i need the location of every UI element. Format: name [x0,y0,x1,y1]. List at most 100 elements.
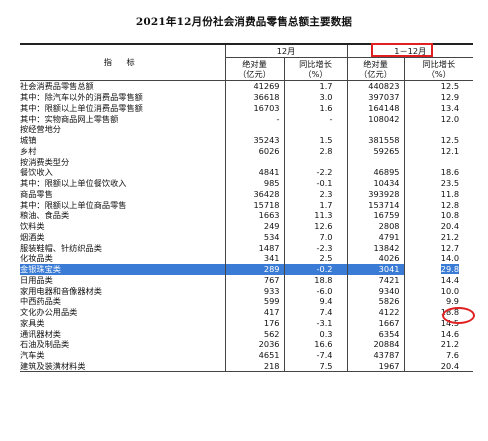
ytd-yoy-cell [403,124,474,135]
month-yoy-cell: 16.6 [283,339,348,350]
month-abs-header: 绝对量 （亿元） [224,57,284,81]
row-label: 粮油、食品类 [20,210,70,221]
ytd-abs-cell: 1667 [346,317,405,329]
row-label: 社会消费品零售总额 [20,81,94,92]
month-abs-cell: 35243 [224,134,284,146]
month-yoy-cell: 0.3 [283,328,348,339]
ytd-yoy-cell: 14.0 [403,253,474,264]
ytd-yoy-cell: 10.0 [403,285,474,296]
row-label: 其中：限额以上单位餐饮收入 [20,178,127,189]
ytd-abs-cell: 440823 [346,80,405,92]
month-yoy-cell: 7.5 [283,360,348,373]
month-yoy-cell [283,156,348,167]
month-abs-cell: 218 [224,360,284,373]
ytd-yoy-cell: 20.4 [403,360,474,373]
ytd-abs-cell: 153714 [346,199,405,210]
row-label: 化妆品类 [20,253,53,264]
month-abs-cell: 289 [224,263,284,275]
ytd-yoy-cell: 12.8 [403,199,474,210]
table-row: 饮料类 249 12.6 2808 20.4 [20,220,474,232]
month-abs-cell: 417 [224,306,284,318]
ytd-yoy-cell: 23.5 [403,177,474,189]
month-yoy-cell: 2.8 [283,145,348,157]
ytd-yoy-cell: 18.6 [403,167,474,178]
ytd-yoy-cell: 14.6 [403,328,474,339]
month-yoy-cell: 1.7 [283,199,348,210]
month-abs-cell: 599 [224,296,284,307]
month-group-header: 12月 [224,43,348,58]
ytd-yoy-cell: 12.7 [403,242,474,253]
row-label: 家具类 [20,317,45,328]
table-row: 汽车类 4651 -7.4 43787 7.6 [20,349,474,361]
table-row: 城镇 35243 1.5 381558 12.5 [20,134,474,146]
ytd-yoy-cell: 12.9 [403,91,474,103]
row-label: 其中：限额以上单位消费品零售额 [20,102,143,113]
row-label: 烟酒类 [20,231,45,242]
ytd-yoy-cell: 21.2 [403,339,474,350]
row-label: 其中：实物商品网上零售额 [20,113,119,124]
table-row: 其中：限额以上单位消费品零售额 16703 1.6 164148 13.4 [20,102,474,114]
ytd-yoy-cell: 14.4 [403,274,474,286]
ytd-yoy-cell: 11.8 [403,188,474,200]
ytd-yoy-cell [403,156,474,167]
month-yoy-cell: 9.4 [283,296,348,307]
row-label: 日用品类 [20,274,53,285]
ytd-abs-cell [346,124,405,135]
ytd-abs-cell: 9340 [346,285,405,296]
table-row: 烟酒类 534 7.0 4791 21.2 [20,231,474,243]
month-yoy-cell: 7.0 [283,231,348,243]
month-abs-cell: 534 [224,231,284,243]
value-annotation-circle [442,307,475,324]
ytd-abs-cell: 10434 [346,177,405,189]
month-abs-cell: 36428 [224,188,284,200]
month-abs-cell: 6026 [224,145,284,157]
ytd-abs-cell: 164148 [346,102,405,114]
row-label: 通讯器材类 [20,328,61,339]
month-yoy-cell: 11.3 [283,210,348,221]
month-yoy-cell: -0.2 [283,263,348,275]
month-yoy-cell: 18.8 [283,274,348,286]
ytd-abs-cell: 397037 [346,91,405,103]
month-yoy-header: 同比增长 （%） [283,57,348,81]
month-abs-cell: 41269 [224,80,284,92]
ytd-yoy-cell: 20.4 [403,220,474,232]
table-row: 其中：限额以上单位商品零售 15718 1.7 153714 12.8 [20,199,474,210]
ytd-abs-cell [346,156,405,167]
table-row: 文化办公用品类 417 7.4 4122 18.8 [20,306,474,318]
month-abs-cell [224,124,284,135]
page-title: 2021年12月份社会消费品零售总额主要数据 [135,16,353,28]
month-yoy-cell: 1.5 [283,134,348,146]
month-yoy-cell [283,124,348,135]
highlighted-value: 29.8 [440,264,460,275]
table-row: 其中：限额以上单位餐饮收入 985 -0.1 10434 23.5 [20,177,474,189]
table-row: 通讯器材类 562 0.3 6354 14.6 [20,328,474,339]
table-row: 餐饮收入 4841 -2.2 46895 18.6 [20,167,474,178]
month-yoy-cell: 2.3 [283,188,348,200]
ytd-abs-cell: 4791 [346,231,405,243]
row-label: 其中：除汽车以外的消费品零售额 [20,92,143,103]
month-abs-cell: 933 [224,285,284,296]
section-label: 按经营地分 [20,124,61,135]
month-abs-cell: 4651 [224,349,284,361]
table-row: 社会消费品零售总额 41269 1.7 440823 12.5 [20,80,474,92]
row-label: 金银珠宝类 [20,263,225,275]
table-row: 化妆品类 341 2.5 4026 14.0 [20,253,474,264]
month-abs-cell: - [224,113,284,124]
table-row: 按经营地分 [20,124,474,135]
month-abs-cell: 176 [224,317,284,329]
month-yoy-cell: -2.2 [283,167,348,178]
row-label: 饮料类 [20,221,45,232]
month-abs-cell: 767 [224,274,284,286]
ytd-yoy-cell: 21.2 [403,231,474,243]
ytd-yoy-header: 同比增长 （%） [403,57,474,81]
ytd-yoy-cell: 10.8 [403,210,474,221]
month-abs-cell: 562 [224,328,284,339]
ytd-abs-cell: 393928 [346,188,405,200]
ytd-yoy-cell: 29.8 [403,263,474,275]
row-label: 服装鞋帽、针纺织品类 [20,242,102,253]
table-row: 其中：除汽车以外的消费品零售额 36618 3.0 397037 12.9 [20,91,474,103]
ytd-abs-cell: 4026 [346,253,405,264]
ytd-yoy-cell: 13.4 [403,102,474,114]
ytd-abs-cell: 1967 [346,360,405,373]
retail-sales-table: 指 标 12月 1－12月 绝对量 （亿元） 同比增长 （%） 绝对量 （亿元） 同比… [20,43,474,373]
